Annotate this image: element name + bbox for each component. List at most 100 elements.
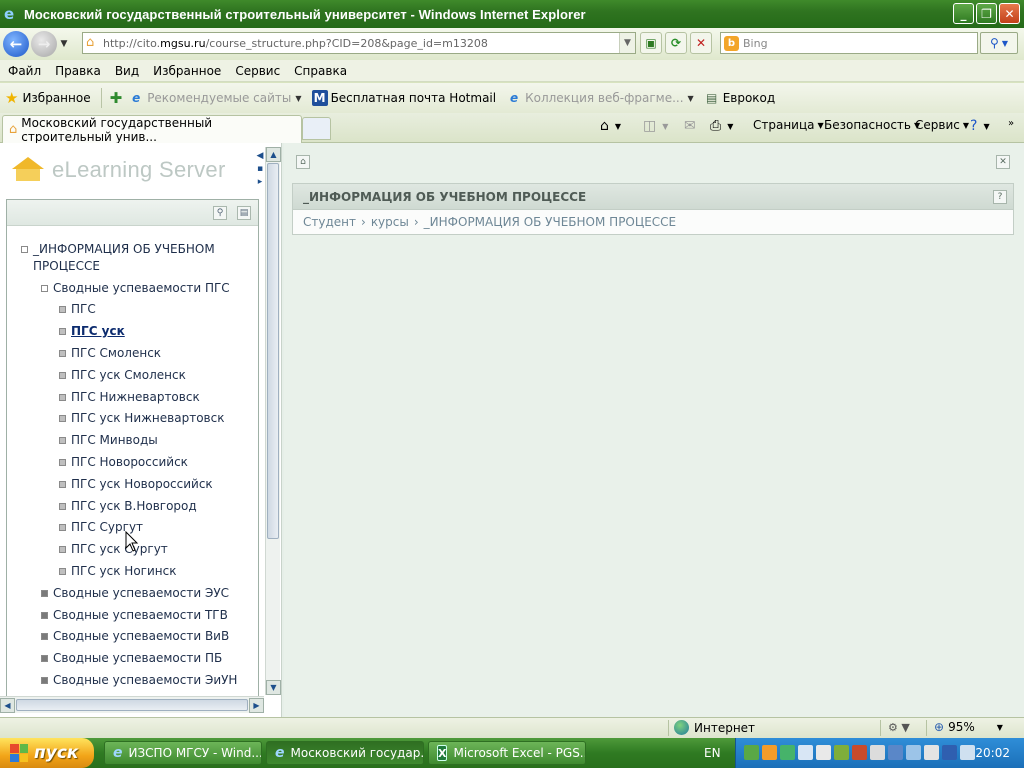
tray-icon[interactable] — [834, 745, 849, 760]
window-title-bar[interactable]: e Московский государственный строительны… — [0, 0, 1024, 28]
collapse-left-icon[interactable]: ◀ — [255, 151, 265, 161]
refresh-button[interactable]: ⟳ — [665, 32, 687, 54]
chevron-down-icon[interactable]: ▼ — [295, 94, 301, 103]
zoom-control[interactable]: ⊕ 95% ▼ — [934, 720, 1003, 734]
security-zone[interactable]: Интернет — [674, 720, 755, 735]
read-mail-button[interactable]: ✉ — [684, 118, 699, 134]
tree-horizontal-scrollbar[interactable]: ◀ ▶ — [0, 696, 264, 713]
tray-icon[interactable] — [888, 745, 903, 760]
tree-group[interactable]: Сводные успеваемости ВиВ — [41, 628, 229, 645]
back-button[interactable]: ← — [3, 31, 29, 57]
tree-leaf[interactable]: ПГС Смоленск — [59, 345, 161, 362]
language-indicator[interactable]: EN — [704, 746, 721, 760]
tab-active[interactable]: ⌂ Московский государственный строительны… — [2, 115, 302, 144]
network-icon[interactable] — [906, 745, 921, 760]
safety-menu[interactable]: Безопасность ▼ — [824, 118, 920, 132]
tray-icon[interactable] — [780, 745, 795, 760]
close-icon[interactable]: ✕ — [996, 155, 1010, 169]
tree-group[interactable]: Сводные успеваемости ТГВ — [41, 607, 228, 624]
volume-icon[interactable] — [870, 745, 885, 760]
new-tab-button[interactable] — [302, 117, 331, 140]
search-input[interactable]: b Bing — [720, 32, 978, 54]
minimize-button[interactable]: _ — [953, 3, 974, 24]
history-dropdown[interactable]: ▼ — [58, 39, 70, 49]
tree-group[interactable]: Сводные успеваемости ЭиУН — [41, 672, 237, 689]
collapse-box-icon[interactable] — [21, 246, 28, 253]
print-button[interactable]: ⎙ ▼ — [710, 118, 733, 134]
tree-leaf[interactable]: ПГС уск Смоленск — [59, 367, 186, 384]
favorites-button[interactable]: Избранное — [22, 91, 90, 105]
tree-search-button[interactable]: ⚲ — [213, 206, 227, 220]
expand-box-icon[interactable] — [41, 590, 48, 597]
tools-menu[interactable]: Сервис ▼ — [915, 118, 969, 132]
forward-button[interactable]: → — [31, 31, 57, 57]
close-button[interactable]: ✕ — [999, 3, 1020, 24]
tray-icon[interactable] — [816, 745, 831, 760]
tree-leaf[interactable]: ПГС уск В.Новгород — [59, 498, 197, 515]
expand-box-icon[interactable] — [41, 655, 48, 662]
expand-box-icon[interactable] — [41, 633, 48, 640]
tray-icon[interactable] — [744, 745, 759, 760]
expand-box-icon[interactable] — [41, 612, 48, 619]
tree-vertical-scrollbar[interactable]: ▲ ▼ — [265, 147, 281, 695]
add-favorite-icon[interactable]: ✚ — [110, 89, 123, 107]
menu-edit[interactable]: Правка — [54, 64, 108, 78]
favorite-hotmail[interactable]: M Бесплатная почта Hotmail — [311, 90, 496, 106]
restore-button[interactable]: ❐ — [976, 3, 997, 24]
expand-box-icon[interactable] — [41, 677, 48, 684]
taskbar-item[interactable]: e ИЗСПО МГСУ - Wind... — [104, 741, 262, 765]
tree-leaf[interactable]: ПГС уск Сургут — [59, 541, 168, 558]
tray-icon[interactable] — [960, 745, 975, 760]
tree-leaf[interactable]: ПГС Минводы — [59, 432, 158, 449]
collapse-box-icon[interactable] — [41, 285, 48, 292]
tree-group-pgs[interactable]: Сводные успеваемости ПГС — [41, 280, 230, 297]
breadcrumb-student[interactable]: Студент — [303, 215, 356, 229]
scroll-thumb[interactable] — [16, 699, 248, 711]
scroll-down-icon[interactable]: ▼ — [266, 680, 281, 695]
favorite-web-slice-gallery[interactable]: e Коллекция веб-фрагме... ▼ — [506, 90, 694, 106]
start-button[interactable]: пуск — [0, 738, 94, 768]
scroll-up-icon[interactable]: ▲ — [266, 147, 281, 162]
tree-leaf[interactable]: ПГС — [59, 301, 96, 318]
menu-file[interactable]: Файл — [7, 64, 48, 78]
page-menu[interactable]: Страница ▼ — [753, 118, 824, 132]
tray-icon[interactable] — [852, 745, 867, 760]
menu-view[interactable]: Вид — [114, 64, 146, 78]
tree-leaf[interactable]: ПГС уск Новороссийск — [59, 476, 213, 493]
home-button[interactable]: ⌂ ▼ — [600, 118, 621, 134]
help-icon[interactable]: ? — [993, 190, 1007, 204]
feeds-button[interactable]: ◫ ▼ — [643, 118, 668, 134]
search-button[interactable]: ⚲ ▼ — [980, 32, 1018, 54]
tree-leaf[interactable]: ПГС уск Нижневартовск — [59, 410, 224, 427]
menu-favorites[interactable]: Избранное — [152, 64, 228, 78]
tree-collapse-button[interactable]: ▤ — [237, 206, 251, 220]
tray-icon[interactable] — [798, 745, 813, 760]
scroll-left-icon[interactable]: ◀ — [0, 698, 15, 713]
expand-right-icon[interactable]: ▸ — [255, 177, 265, 187]
taskbar-item-active[interactable]: e Московский государ... — [266, 741, 424, 765]
favorite-eurocode[interactable]: ▤ Еврокод — [704, 90, 775, 106]
tree-root[interactable]: _ИНФОРМАЦИЯ ОБ УЧЕБНОМ ПРОЦЕССЕ — [21, 241, 241, 275]
scroll-thumb[interactable] — [267, 163, 279, 539]
menu-help[interactable]: Справка — [293, 64, 354, 78]
scroll-right-icon[interactable]: ▶ — [249, 698, 264, 713]
url-field[interactable]: ⌂ http://cito. mgsu.ru/course_structure.p… — [82, 32, 636, 54]
compatibility-view-button[interactable]: ▣ — [640, 32, 662, 54]
tree-group[interactable]: Сводные успеваемости ПБ — [41, 650, 222, 667]
url-dropdown[interactable]: ▼ — [619, 33, 635, 53]
chevron-down-icon[interactable]: ▼ — [688, 94, 694, 103]
tray-icon[interactable] — [924, 745, 939, 760]
tree-leaf[interactable]: ПГС уск Ногинск — [59, 563, 176, 580]
tray-icon[interactable] — [762, 745, 777, 760]
tree-group[interactable]: Сводные успеваемости ЭУС — [41, 585, 229, 602]
breadcrumb-courses[interactable]: курсы — [371, 215, 409, 229]
tree-leaf[interactable]: ПГС Новороссийск — [59, 454, 188, 471]
help-button[interactable]: ? ▼ — [970, 118, 990, 134]
protected-mode-icon[interactable]: ⚙ ▼ — [888, 721, 910, 734]
stop-button[interactable]: ✕ — [690, 32, 712, 54]
menu-tools[interactable]: Сервис — [234, 64, 287, 78]
home-icon[interactable]: ⌂ — [296, 155, 310, 169]
more-commands[interactable]: » — [1008, 118, 1014, 129]
tray-icon[interactable] — [942, 745, 957, 760]
taskbar-item[interactable]: X Microsoft Excel - PGS... — [428, 741, 586, 765]
